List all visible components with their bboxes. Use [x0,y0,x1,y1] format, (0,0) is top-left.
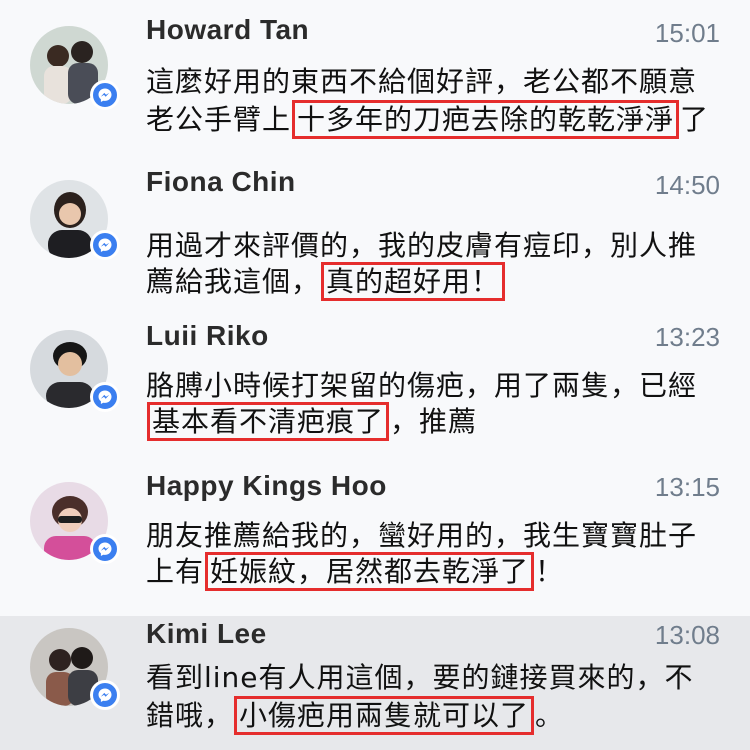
message-line-2: 錯哦， 小傷疤用兩隻就可以了。 [146,694,565,735]
messenger-badge-icon [90,80,120,110]
sender-name: Happy Kings Hoo [146,470,387,501]
message-text: 薦給我這個， [146,265,321,298]
highlighted-text: 基本看不清疤痕了 [147,402,390,441]
sender-name: Kimi Lee [146,618,267,649]
message-line-2: 老公手臂上 十多年的刀疤去除的乾乾淨淨了 [146,98,710,139]
message-text: 用過才來評價的，我的皮膚有痘印，別人推 [146,229,698,262]
message-text: 朋友推薦給我的，蠻好用的，我生寶寶肚子 [146,519,698,552]
list-item[interactable]: Howard Tan 15:01 這麼好用的東西不給個好評，老公都不願意 老公手… [0,0,750,150]
message-text: 老公手臂上 [146,103,292,136]
list-item[interactable]: Kimi Lee 13:08 看到line有人用這個，要的鏈接買來的，不 錯哦，… [0,616,750,750]
message-text: 這麼好用的東西不給個好評，老公都不願意 [146,65,698,98]
message-line-1: 朋友推薦給我的，蠻好用的，我生寶寶肚子 [146,514,697,554]
list-item[interactable]: Fiona Chin 14:50 用過才來評價的，我的皮膚有痘印，別人推 薦給我… [0,150,750,308]
message-text: ！ [535,555,565,588]
highlighted-text: 妊娠紋，居然都去乾淨了 [205,552,535,591]
list-item[interactable]: Happy Kings Hoo 13:15 朋友推薦給我的，蠻好用的，我生寶寶肚… [0,458,750,616]
message-text: 胳膊小時候打架留的傷疤，用了兩隻，已經 [146,369,698,402]
message-line-2: 基本看不清疤痕了 ，推薦 [146,400,478,441]
message-text: 。 [535,699,565,732]
message-line-1: 看到line有人用這個，要的鏈接買來的，不 [146,656,694,696]
messenger-badge-icon [90,230,120,260]
message-text: ，推薦 [390,405,478,438]
message-time: 14:50 [654,170,720,200]
message-line-1: 用過才來評價的，我的皮膚有痘印，別人推 [146,224,697,264]
messenger-badge-icon [90,534,120,564]
message-list: Howard Tan 15:01 這麼好用的東西不給個好評，老公都不願意 老公手… [0,0,750,750]
message-line-2: 上有 妊娠紋，居然都去乾淨了！ [146,550,565,591]
message-text: 錯哦， [146,699,234,732]
message-time: 15:01 [654,18,720,48]
message-line-1: 胳膊小時候打架留的傷疤，用了兩隻，已經 [146,364,697,404]
sender-name: Howard Tan [146,14,310,45]
highlighted-text: 小傷疤用兩隻就可以了 [234,696,535,735]
message-time: 13:08 [654,620,720,650]
message-text: 了 [680,103,710,136]
highlighted-text: 真的超好用！ [321,262,506,301]
messenger-badge-icon [90,382,120,412]
sender-name: Luii Riko [146,320,269,351]
sender-name: Fiona Chin [146,166,296,197]
message-time: 13:23 [654,322,720,352]
list-item[interactable]: Luii Riko 13:23 胳膊小時候打架留的傷疤，用了兩隻，已經 基本看不… [0,308,750,458]
message-line-2: 薦給我這個， 真的超好用！ [146,260,506,301]
highlighted-text: 十多年的刀疤去除的乾乾淨淨 [292,100,680,139]
messenger-badge-icon [90,680,120,710]
message-text: 上有 [146,555,205,588]
message-time: 13:15 [654,472,720,502]
message-text: 看到line有人用這個，要的鏈接買來的，不 [146,661,694,694]
message-line-1: 這麼好用的東西不給個好評，老公都不願意 [146,60,697,100]
